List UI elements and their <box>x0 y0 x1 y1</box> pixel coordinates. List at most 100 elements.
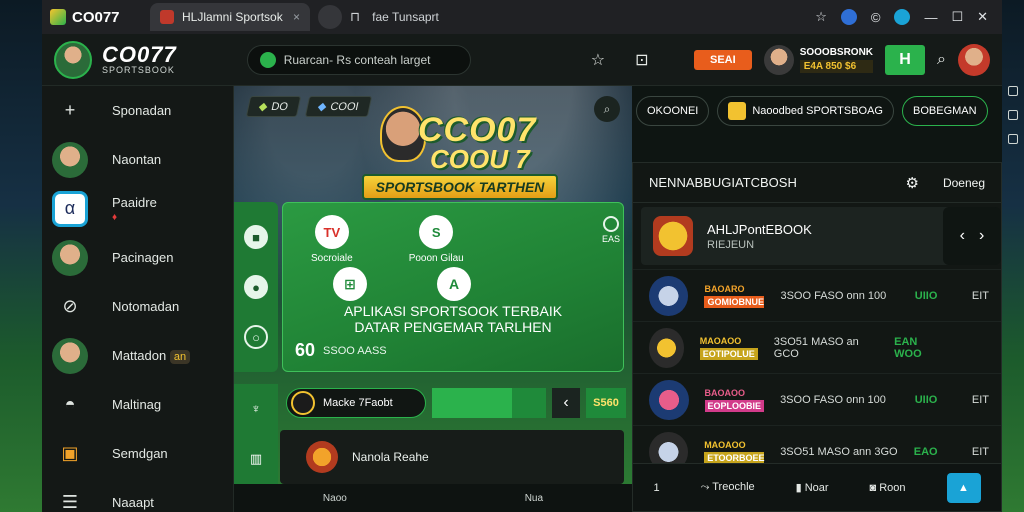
orange-action-button[interactable]: SEAI <box>694 49 752 70</box>
bottom-tab[interactable]: ▮ Noar <box>796 481 829 494</box>
chart-icon[interactable]: ▥ <box>250 451 262 467</box>
search-icon <box>259 51 276 68</box>
bet-chip[interactable]: Macke 7Faobt <box>286 388 426 418</box>
shield-icon: ⊘ <box>62 296 78 316</box>
bottom-tab[interactable]: ⤳ Treochle <box>701 481 755 494</box>
featured-item[interactable]: AHLJPontEBOOK RIEJEUN ‹ › <box>641 207 1001 265</box>
search-icon[interactable]: ○ <box>244 325 268 349</box>
deposit-button[interactable]: H <box>885 44 926 75</box>
app-header: CO077 SPORTSBOOK Ruarcan- Rs conteah lar… <box>42 34 1002 86</box>
top-action-button[interactable]: OKOONEI <box>636 96 710 126</box>
event-odds[interactable]: EAN WOO <box>894 336 941 360</box>
bottom-tab[interactable]: 1 <box>653 482 659 494</box>
featured-nav[interactable]: ‹ › <box>943 207 1001 265</box>
app-item[interactable]: TV Socroiale <box>311 215 353 264</box>
team-crest <box>649 275 689 316</box>
search-icon[interactable]: ⌕ <box>937 51 946 69</box>
odds-value: 60 <box>295 340 316 360</box>
filter-chips: ◆DO ◆COOI <box>245 96 372 117</box>
top-action-button[interactable]: BOBEGMAN <box>902 96 988 126</box>
address-bar[interactable]: ⊓ fae Tunsaprt <box>350 9 807 25</box>
minimize-icon[interactable]: — <box>924 10 937 25</box>
cube-icon[interactable]: ■ <box>244 225 268 249</box>
top-action-button[interactable]: Naoodbed SPORTSBOAG <box>717 96 894 126</box>
extension-icon[interactable] <box>894 9 911 25</box>
page-info-icon[interactable]: ⊓ <box>350 9 360 25</box>
logo-avatar[interactable] <box>54 40 92 79</box>
logo-subtitle: SPORTSBOOK <box>102 65 175 75</box>
helmet-icon: ◓ <box>64 394 76 414</box>
hero-logo-word: CCO07 <box>418 111 537 149</box>
event-tag: MAOAOO <box>704 439 746 450</box>
new-tab-button[interactable] <box>318 5 342 29</box>
sidebar-item-label: Sponadan <box>112 103 172 118</box>
featured-subtitle: RIEJEUN <box>707 238 755 251</box>
sidebar-item[interactable]: ☰ Naaapt <box>42 478 233 512</box>
sidebar-item[interactable]: ⊘ Notomadan <box>42 282 233 331</box>
rail-icon <box>1008 110 1018 120</box>
chevron-right-icon[interactable]: › <box>979 227 984 245</box>
close-window-icon[interactable]: ✕ <box>977 9 988 25</box>
sidebar-item[interactable]: ◓ Maltinag <box>42 380 233 429</box>
ball-icon[interactable]: ● <box>244 275 268 299</box>
maximize-icon[interactable]: ☐ <box>951 9 963 25</box>
sidebar-item[interactable]: + Sponadan <box>42 86 233 135</box>
event-odds[interactable]: EAO <box>914 446 938 458</box>
copyright-icon[interactable]: © <box>871 10 881 25</box>
filter-chip[interactable]: ◆DO <box>245 96 302 117</box>
chevron-left-icon[interactable]: ‹ <box>960 227 965 245</box>
event-odds[interactable]: UIIO <box>915 290 938 302</box>
sidebar-item[interactable]: Pacinagen <box>42 233 233 282</box>
bet-progress <box>432 388 546 418</box>
brand-cube-icon <box>50 9 66 25</box>
bottom-tab[interactable]: ◙ Roon <box>870 482 906 494</box>
trophy-icon[interactable]: ♆ <box>251 401 261 416</box>
event-row[interactable]: BAOAOO EOPLOOBIE 3SOO FASO onn 100 UIIO … <box>633 373 1001 425</box>
event-info: 3SO51 MASO an GCO <box>773 335 859 360</box>
search-icon[interactable]: ⌕ <box>594 96 620 122</box>
event-tags: MAOAOO ETOORBOEE <box>704 439 765 464</box>
sidebar-item-label: Semdgan <box>112 446 168 461</box>
badge-icon <box>602 216 619 232</box>
side-tag[interactable]: EAS <box>602 216 620 244</box>
panel-header: NENNABBUGIATCBOSH ⚙ Doeneg <box>633 163 1001 203</box>
grid-icon[interactable]: ⊡ <box>635 50 648 70</box>
grid-app-icon[interactable]: ⊞ <box>333 267 367 301</box>
sport-app-icon[interactable]: A <box>437 267 471 301</box>
event-badge: ETOORBOEE <box>704 451 765 464</box>
logo-title: CO077 <box>102 42 177 67</box>
sidebar-item[interactable]: α Paaidre ♦ <box>42 184 233 233</box>
event-row[interactable]: MAOAOO EOTIPOLUE 3SO51 MASO an GCO EAN W… <box>633 321 1001 373</box>
gear-icon[interactable]: ⚙ <box>906 174 919 192</box>
logo[interactable]: CO077 SPORTSBOOK <box>102 44 177 75</box>
event-odds[interactable]: UIIO <box>915 394 938 406</box>
sidebar-item-text: Paaidre ♦ <box>112 195 157 223</box>
profile-avatar[interactable] <box>958 43 990 76</box>
app-item[interactable]: S Pooon Gilau <box>409 215 464 264</box>
sidebar-item[interactable]: ▣ Semdgan <box>42 429 233 478</box>
search-input[interactable]: Ruarcan- Rs conteah larget <box>246 44 471 75</box>
browser-brand: CO077 <box>50 9 142 26</box>
browser-tab[interactable]: HLJlamni Sportsok × <box>150 3 310 31</box>
user-card[interactable]: SOOOBSRONK E4A 850 $6 <box>763 44 874 75</box>
plus-icon: + <box>64 100 76 120</box>
side-mini-card: EAS <box>572 202 632 372</box>
strip-label[interactable]: Naoo <box>323 493 347 504</box>
bet-row: Macke 7Faobt ‹ S560 <box>286 386 626 420</box>
event-badge: EOPLOOBIE <box>704 399 765 412</box>
sidebar-item-text: Mattadon an <box>112 348 191 364</box>
panel-more-link[interactable]: Doeneg <box>943 176 985 190</box>
tab-close-icon[interactable]: × <box>293 10 300 24</box>
event-tag: BAOAOO <box>704 387 746 398</box>
bookmark-star-icon[interactable]: ☆ <box>815 9 827 25</box>
event-row[interactable]: BAOARO GOMIOBNUE 3SOO FASO onn 100 UIIO … <box>633 269 1001 321</box>
favorite-icon[interactable]: ☆ <box>591 50 605 70</box>
strip-label[interactable]: Nua <box>525 493 543 504</box>
sidebar-item[interactable]: Mattadon an <box>42 331 233 380</box>
extension-icon[interactable] <box>840 9 857 25</box>
featured-text: AHLJPontEBOOK RIEJEUN <box>707 222 812 251</box>
bet-slip-button[interactable]: ▲ <box>946 472 981 503</box>
chevron-left-icon[interactable]: ‹ <box>552 388 580 418</box>
match-card[interactable]: Nanola Reahe <box>280 430 624 484</box>
sidebar-item[interactable]: Naontan <box>42 135 233 184</box>
